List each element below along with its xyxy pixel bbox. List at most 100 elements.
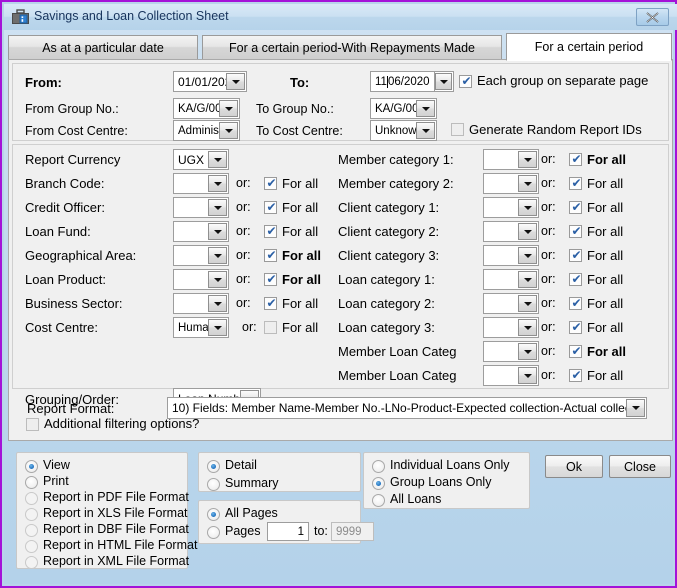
tab-certain-period-with-repayments[interactable]: For a certain period-With Repayments Mad…: [202, 35, 502, 60]
chevron-down-icon[interactable]: [208, 199, 227, 216]
output-format-radio-3[interactable]: [25, 508, 38, 521]
right-filter-combo-6[interactable]: [483, 293, 539, 314]
title-bar: Savings and Loan Collection Sheet: [4, 4, 677, 30]
chevron-down-icon[interactable]: [518, 295, 537, 312]
chevron-down-icon[interactable]: [518, 271, 537, 288]
left-filter-for-all-checkbox-0[interactable]: ✔: [264, 177, 277, 190]
chevron-down-icon[interactable]: [435, 73, 452, 90]
right-filter-for-all-checkbox-5[interactable]: ✔: [569, 273, 582, 286]
right-filter-or-8: or:: [541, 344, 556, 358]
chevron-down-icon[interactable]: [416, 122, 435, 139]
chevron-down-icon[interactable]: [208, 247, 227, 264]
chevron-down-icon[interactable]: [518, 367, 537, 384]
chevron-down-icon[interactable]: [208, 151, 227, 168]
right-filter-combo-7[interactable]: [483, 317, 539, 338]
chevron-down-icon[interactable]: [518, 247, 537, 264]
detail-summary-radio-0[interactable]: [207, 460, 220, 473]
left-filter-combo-4[interactable]: [173, 269, 229, 290]
from-date-combo[interactable]: 01/01/2020: [173, 71, 247, 92]
chevron-down-icon[interactable]: [518, 175, 537, 192]
right-filter-for-all-checkbox-2[interactable]: ✔: [569, 201, 582, 214]
right-filter-combo-4-value: [484, 246, 518, 265]
output-format-radio-4[interactable]: [25, 524, 38, 537]
chevron-down-icon[interactable]: [518, 151, 537, 168]
left-filter-combo-6[interactable]: Human: [173, 317, 229, 338]
chevron-down-icon[interactable]: [226, 73, 245, 90]
loan-scope-radio-1[interactable]: [372, 477, 385, 490]
left-filter-combo-0[interactable]: [173, 173, 229, 194]
radio-pages-range[interactable]: [207, 526, 220, 539]
close-button[interactable]: Close: [609, 455, 671, 478]
additional-filtering-checkbox[interactable]: [26, 418, 39, 431]
pages-to-value: 9999: [336, 525, 362, 538]
right-filter-for-all-checkbox-6[interactable]: ✔: [569, 297, 582, 310]
report-currency-combo[interactable]: UGX: [173, 149, 229, 170]
from-group-combo[interactable]: KA/G/000: [173, 98, 240, 119]
left-filter-for-all-checkbox-5[interactable]: ✔: [264, 297, 277, 310]
right-filter-combo-0[interactable]: [483, 149, 539, 170]
left-filter-for-all-checkbox-3[interactable]: ✔: [264, 249, 277, 262]
chevron-down-icon[interactable]: [208, 271, 227, 288]
output-format-radio-0[interactable]: [25, 460, 38, 473]
chevron-down-icon[interactable]: [208, 175, 227, 192]
to-cost-centre-combo[interactable]: Unknown: [370, 120, 437, 141]
right-filter-for-all-label-7: For all: [587, 320, 624, 335]
right-filter-combo-5[interactable]: [483, 269, 539, 290]
right-filter-combo-4[interactable]: [483, 245, 539, 266]
chevron-down-icon[interactable]: [208, 223, 227, 240]
to-date-input[interactable]: 11 06/2020: [370, 71, 434, 92]
output-format-radio-1[interactable]: [25, 476, 38, 489]
right-filter-for-all-checkbox-4[interactable]: ✔: [569, 249, 582, 262]
right-filter-combo-8[interactable]: [483, 341, 539, 362]
chevron-down-icon[interactable]: [208, 319, 227, 336]
generate-random-report-ids-checkbox[interactable]: [451, 123, 464, 136]
radio-all-pages[interactable]: [207, 508, 220, 521]
chevron-down-icon[interactable]: [208, 295, 227, 312]
left-filter-for-all-checkbox-2[interactable]: ✔: [264, 225, 277, 238]
right-filter-combo-3[interactable]: [483, 221, 539, 242]
detail-summary-radio-1[interactable]: [207, 478, 220, 491]
chevron-down-icon[interactable]: [626, 399, 645, 417]
chevron-down-icon[interactable]: [518, 343, 537, 360]
close-window-button[interactable]: [636, 8, 669, 26]
each-group-separate-page-checkbox[interactable]: ✔: [459, 75, 472, 88]
left-filter-combo-5[interactable]: [173, 293, 229, 314]
pages-to-input[interactable]: 9999: [331, 522, 374, 541]
output-format-radio-5[interactable]: [25, 540, 38, 553]
right-filter-for-all-checkbox-9[interactable]: ✔: [569, 369, 582, 382]
to-date-dropdown[interactable]: [434, 71, 454, 92]
chevron-down-icon[interactable]: [219, 100, 238, 117]
pages-from-input[interactable]: 1: [267, 522, 309, 541]
right-filter-for-all-checkbox-8[interactable]: ✔: [569, 345, 582, 358]
left-filter-for-all-checkbox-4[interactable]: ✔: [264, 273, 277, 286]
loan-scope-radio-0[interactable]: [372, 460, 385, 473]
output-format-radio-2[interactable]: [25, 492, 38, 505]
report-format-combo[interactable]: 10) Fields: Member Name-Member No.-LNo-P…: [167, 397, 647, 419]
from-cost-centre-combo[interactable]: Administra: [173, 120, 240, 141]
left-filter-for-all-checkbox-1[interactable]: ✔: [264, 201, 277, 214]
right-filter-for-all-checkbox-1[interactable]: ✔: [569, 177, 582, 190]
right-filter-combo-9[interactable]: [483, 365, 539, 386]
right-filter-for-all-label-2: For all: [587, 200, 624, 215]
chevron-down-icon[interactable]: [518, 223, 537, 240]
left-filter-combo-1[interactable]: [173, 197, 229, 218]
right-filter-combo-2[interactable]: [483, 197, 539, 218]
tab-as-at-particular-date[interactable]: As at a particular date: [8, 35, 198, 60]
ok-button[interactable]: Ok: [545, 455, 603, 478]
left-filter-combo-2[interactable]: [173, 221, 229, 242]
chevron-down-icon[interactable]: [416, 100, 435, 117]
tab-for-a-certain-period[interactable]: For a certain period: [506, 33, 672, 61]
left-filter-for-all-checkbox-6[interactable]: [264, 321, 277, 334]
right-filter-for-all-checkbox-7[interactable]: ✔: [569, 321, 582, 334]
loan-scope-radio-2[interactable]: [372, 494, 385, 507]
to-group-combo[interactable]: KA/G/000: [370, 98, 437, 119]
right-filter-for-all-checkbox-3[interactable]: ✔: [569, 225, 582, 238]
chevron-down-icon[interactable]: [219, 122, 238, 139]
generate-random-report-ids-label: Generate Random Report IDs: [469, 122, 642, 137]
left-filter-combo-3[interactable]: [173, 245, 229, 266]
right-filter-combo-1[interactable]: [483, 173, 539, 194]
chevron-down-icon[interactable]: [518, 319, 537, 336]
chevron-down-icon[interactable]: [518, 199, 537, 216]
right-filter-for-all-checkbox-0[interactable]: ✔: [569, 153, 582, 166]
output-format-radio-6[interactable]: [25, 556, 38, 569]
